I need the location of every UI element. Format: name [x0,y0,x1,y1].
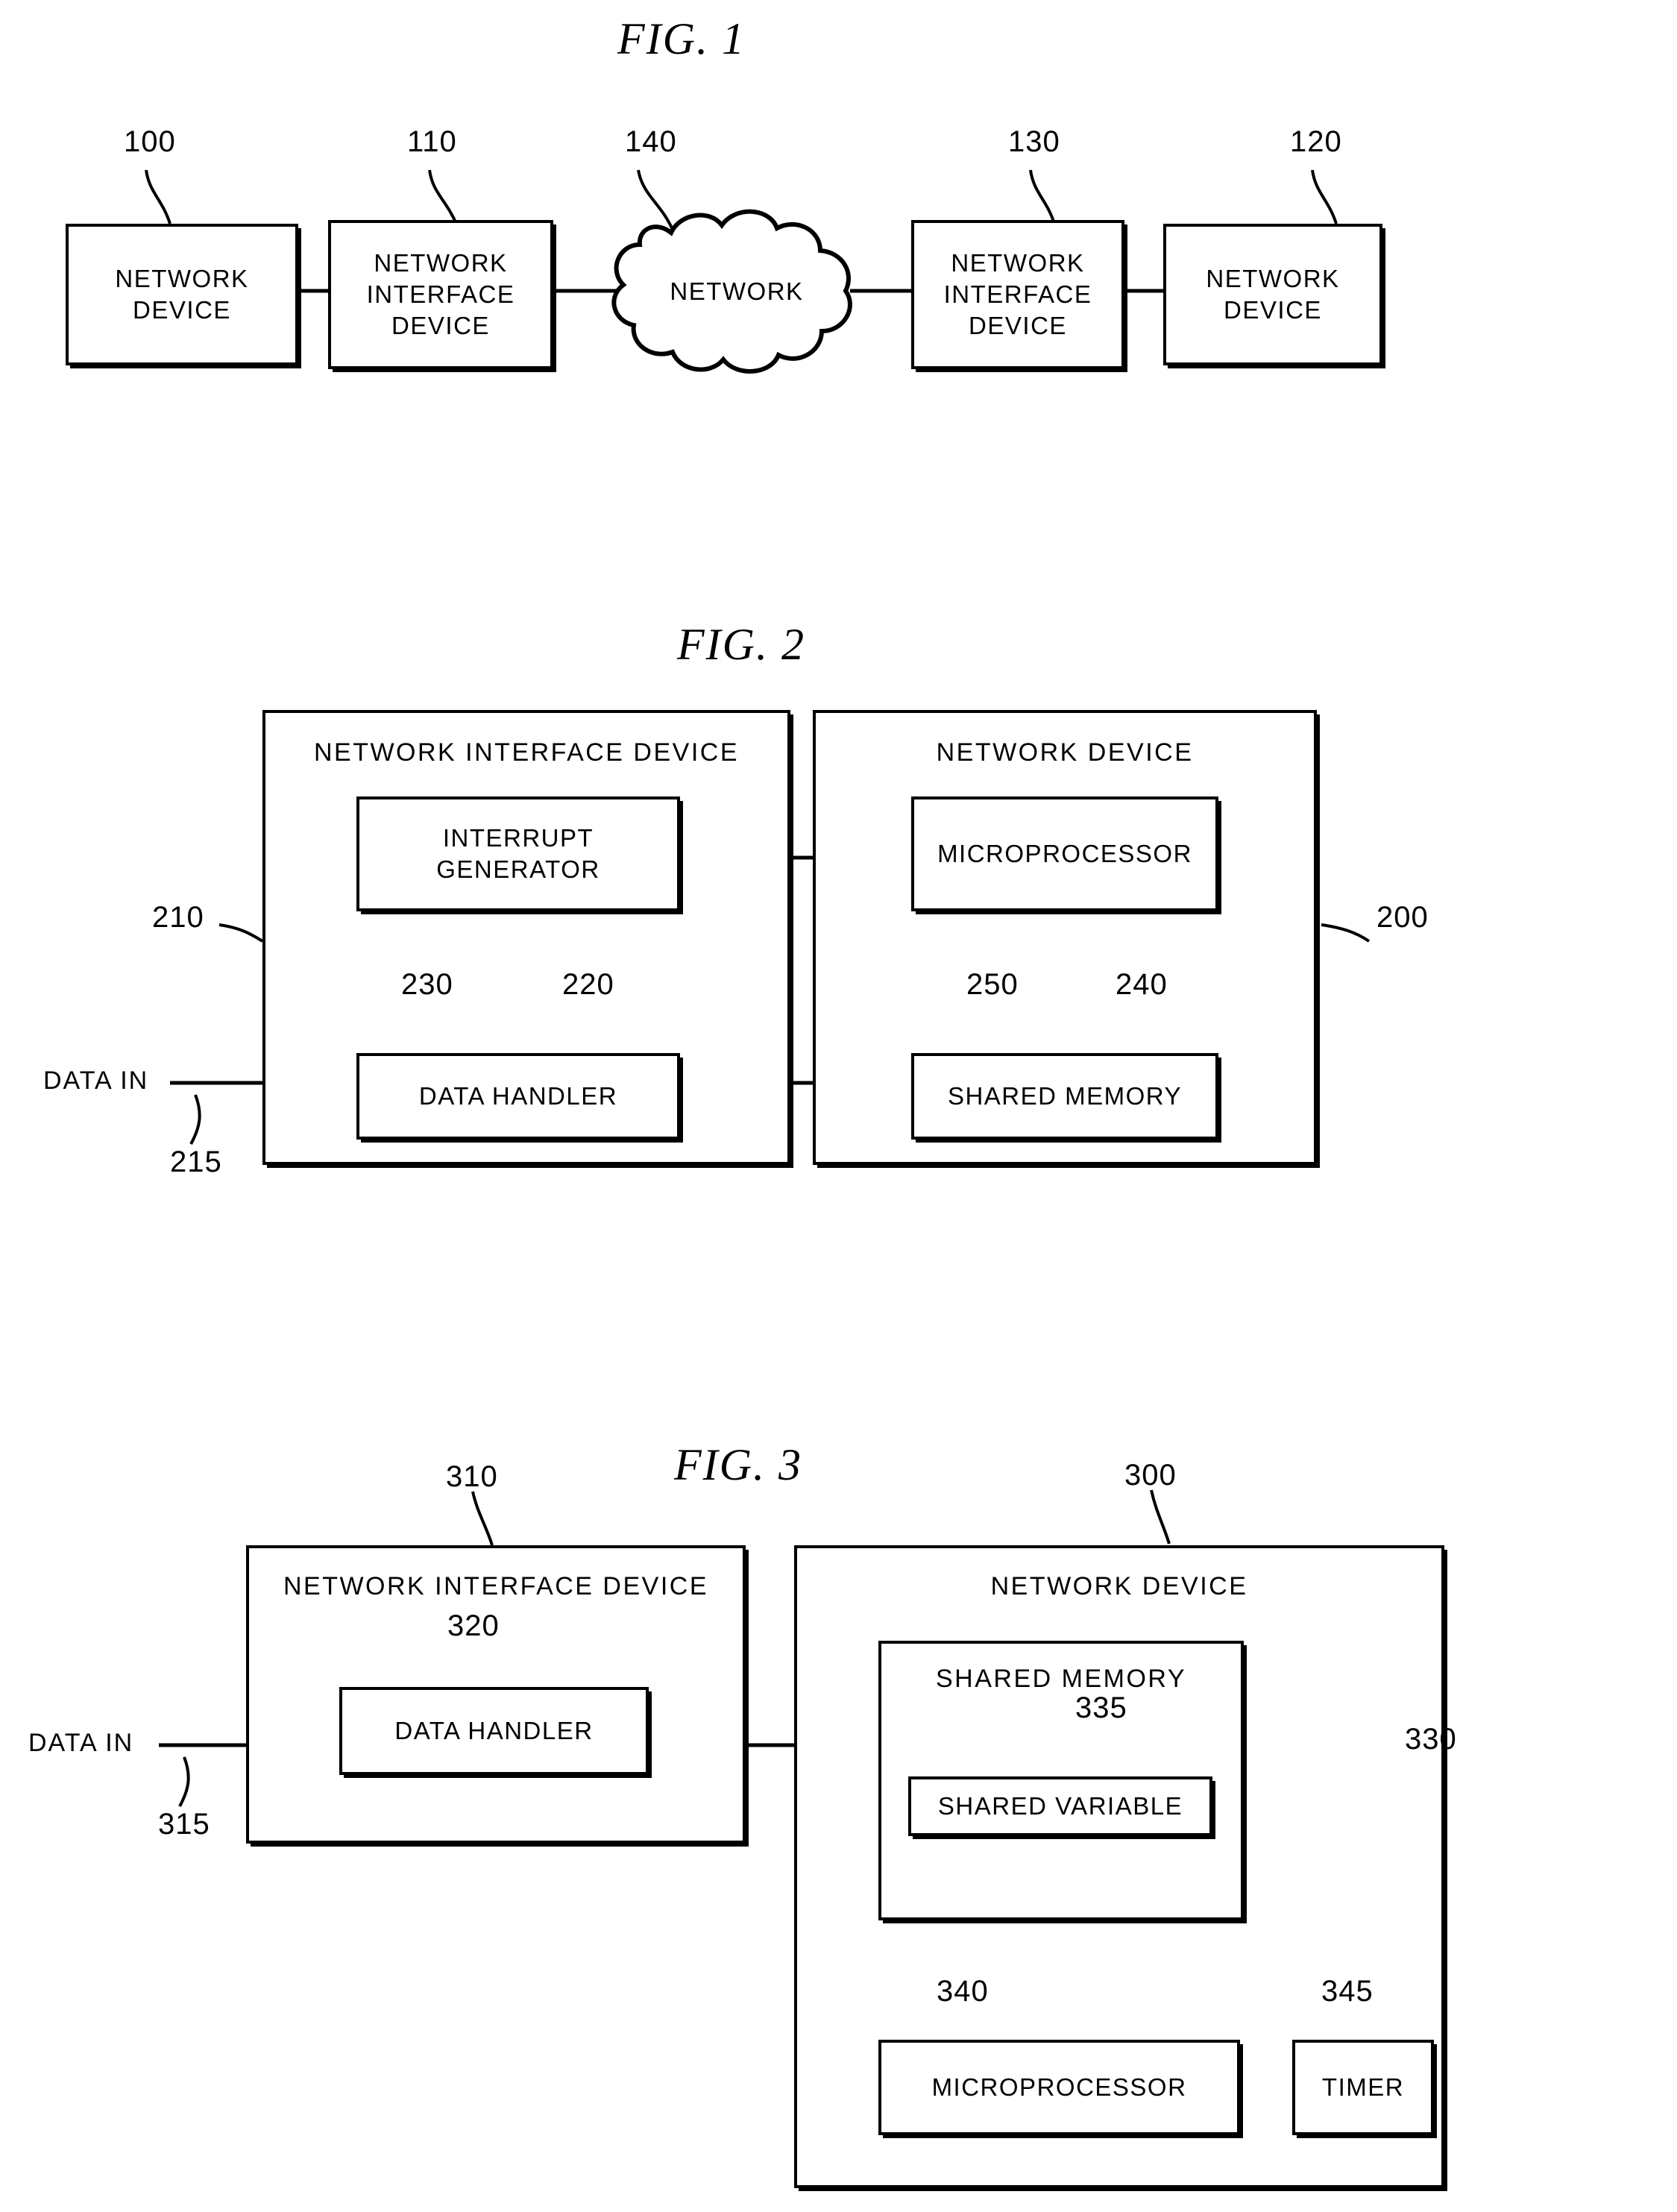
fig2-network-interface-device-caption: NETWORK INTERFACE DEVICE [313,738,740,767]
fig1-leader-100 [145,169,172,224]
fig3-shared-memory-label: SHARED MEMORY [935,1665,1187,1693]
fig3-shared-variable-label: SHARED VARIABLE [937,1792,1183,1820]
fig1-network-device-100: NETWORK DEVICE [66,224,298,365]
fig1-network-interface-device-110-label: NETWORK INTERFACE DEVICE [366,249,515,339]
fig1-network-interface-device-110: NETWORK INTERFACE DEVICE [328,220,553,369]
ref-numeral-100: 100 [124,125,176,158]
fig1-leader-140 [637,169,674,230]
ref-numeral-140: 140 [625,125,677,158]
figure-2-title: FIG. 2 [677,620,805,669]
ref-numeral-340: 340 [937,1975,989,2008]
fig1-network-interface-device-130: NETWORK INTERFACE DEVICE [911,220,1124,369]
fig3-data-in-label: DATA IN [28,1729,134,1757]
fig2-interrupt-generator: INTERRUPT GENERATOR [356,796,680,911]
ref-numeral-130: 130 [1008,125,1060,158]
fig3-network-device-caption: NETWORK DEVICE [990,1572,1248,1600]
fig3-data-handler-label: DATA HANDLER [394,1717,594,1744]
fig2-leader-210 [218,923,264,943]
fig3-timer: TIMER [1292,2040,1434,2135]
fig2-interrupt-generator-label: INTERRUPT GENERATOR [436,824,600,883]
fig2-data-handler: DATA HANDLER [356,1053,680,1140]
ref-numeral-210: 210 [152,901,204,934]
ref-numeral-215: 215 [170,1146,222,1178]
fig3-timer-label: TIMER [1321,2073,1405,2101]
fig3-leader-315 [178,1756,190,1807]
ref-numeral-330: 330 [1405,1723,1457,1756]
fig1-network-device-100-label: NETWORK DEVICE [115,265,249,324]
fig2-leader-215 [189,1094,201,1145]
ref-numeral-110: 110 [407,125,457,158]
fig2-network-device-caption: NETWORK DEVICE [936,738,1194,767]
ref-numeral-120: 120 [1290,125,1342,158]
ref-numeral-300: 300 [1124,1459,1177,1492]
figure-1-title: FIG. 1 [617,14,746,63]
fig1-leader-110 [428,169,458,224]
fig2-shared-memory: SHARED MEMORY [911,1053,1218,1140]
fig1-network-cloud-140: NETWORK [625,267,849,316]
fig1-network-device-120: NETWORK DEVICE [1163,224,1382,365]
fig2-microprocessor-label: MICROPROCESSOR [937,840,1192,867]
fig3-microprocessor-label: MICROPROCESSOR [931,2073,1187,2101]
fig3-leader-300 [1150,1489,1171,1545]
fig1-leader-120 [1311,169,1338,224]
fig3-network-interface-device-caption: NETWORK INTERFACE DEVICE [283,1572,709,1600]
fig2-data-in-label: DATA IN [43,1066,149,1095]
fig2-shared-memory-label: SHARED MEMORY [947,1082,1183,1110]
fig2-leader-200 [1321,923,1371,943]
ref-numeral-250: 250 [966,968,1019,1001]
fig1-network-interface-device-130-label: NETWORK INTERFACE DEVICE [943,249,1092,339]
ref-numeral-320: 320 [447,1609,500,1642]
ref-numeral-315: 315 [158,1808,210,1841]
fig3-leader-310 [471,1491,494,1546]
ref-numeral-240: 240 [1116,968,1168,1001]
ref-numeral-345: 345 [1321,1975,1374,2008]
fig3-shared-variable: SHARED VARIABLE [908,1776,1212,1836]
fig3-microprocessor: MICROPROCESSOR [878,2040,1240,2135]
ref-numeral-200: 200 [1376,901,1429,934]
fig1-leader-130 [1029,169,1056,224]
fig1-network-device-120-label: NETWORK DEVICE [1206,265,1340,324]
ref-numeral-310: 310 [446,1460,498,1493]
fig2-data-handler-label: DATA HANDLER [418,1082,618,1110]
fig1-network-cloud-140-label: NETWORK [670,277,804,305]
figure-3-title: FIG. 3 [674,1440,802,1489]
fig2-microprocessor: MICROPROCESSOR [911,796,1218,911]
ref-numeral-335: 335 [1075,1691,1127,1724]
ref-numeral-230: 230 [401,968,453,1001]
patent-drawing-sheet: FIG. 1 100 110 140 130 120 NETWORK DEVIC… [0,0,1677,2212]
ref-numeral-220: 220 [562,968,614,1001]
fig3-data-handler: DATA HANDLER [339,1687,649,1775]
